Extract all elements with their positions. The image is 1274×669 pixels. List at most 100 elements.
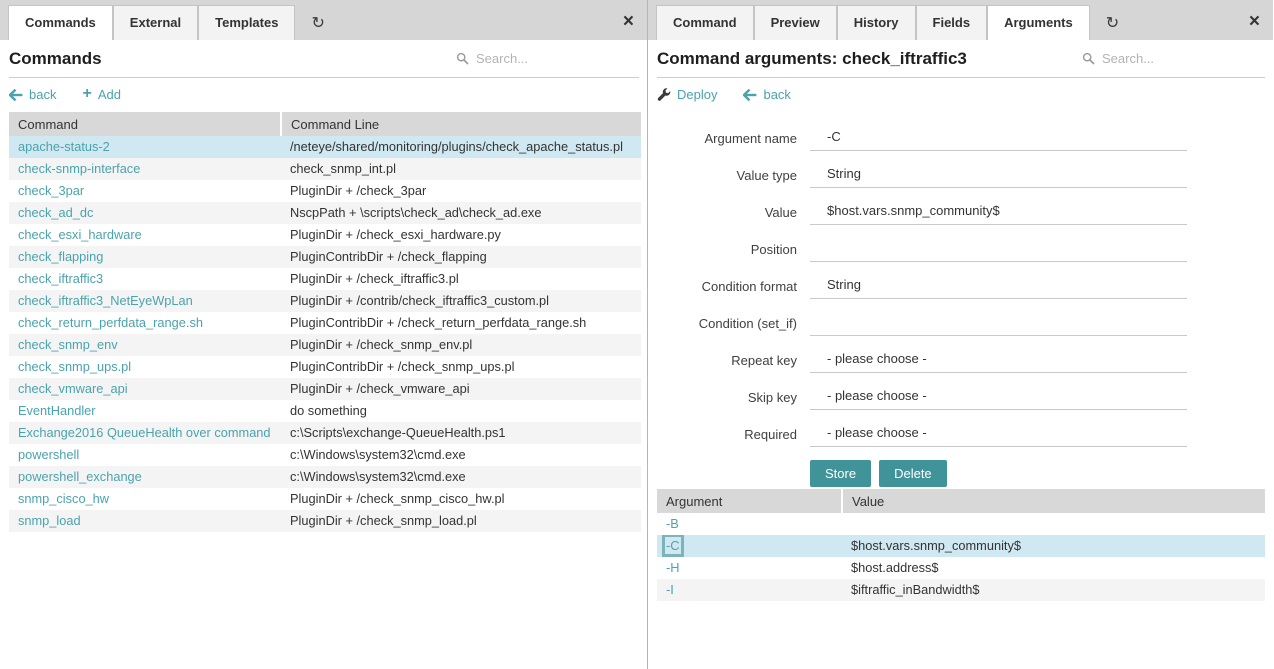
command-link[interactable]: Exchange2016 QueueHealth over command xyxy=(18,425,271,440)
command-link[interactable]: check_snmp_ups.pl xyxy=(18,359,131,374)
right-search xyxy=(1082,50,1265,67)
table-row[interactable]: check_3par PluginDir + /check_3par xyxy=(9,180,641,202)
command-link[interactable]: snmp_load xyxy=(18,513,81,528)
search-icon xyxy=(456,52,469,65)
table-row[interactable]: snmp_cisco_hw PluginDir + /check_snmp_ci… xyxy=(9,488,641,510)
field-input[interactable] xyxy=(810,200,1187,224)
close-icon[interactable]: × xyxy=(1249,12,1260,31)
command-link[interactable]: check_snmp_env xyxy=(18,337,118,352)
arguments-table-header: Argument Value xyxy=(657,489,1265,513)
argument-link[interactable]: -B xyxy=(666,516,679,531)
field-input[interactable] xyxy=(810,237,1187,261)
field-label: Skip key xyxy=(657,390,797,405)
table-row[interactable]: check_iftraffic3_NetEyeWpLan PluginDir +… xyxy=(9,290,641,312)
plus-icon: + xyxy=(82,86,91,102)
left-actionbar: back + Add xyxy=(9,78,639,110)
commands-panel: CommandsExternalTemplates ↻ × Commands xyxy=(0,0,648,669)
table-row[interactable]: check-snmp-interface check_snmp_int.pl xyxy=(9,158,641,180)
wrench-icon xyxy=(657,88,671,102)
command-link[interactable]: powershell_exchange xyxy=(18,469,142,484)
table-row[interactable]: -C $host.vars.snmp_community$ xyxy=(657,535,1265,557)
command-link[interactable]: check-snmp-interface xyxy=(18,161,140,176)
tab[interactable]: Command xyxy=(656,5,754,40)
argument-link[interactable]: -I xyxy=(666,582,674,597)
argument-link[interactable]: -H xyxy=(666,560,680,575)
table-row[interactable]: check_esxi_hardware PluginDir + /check_e… xyxy=(9,224,641,246)
table-row[interactable]: -B xyxy=(657,513,1265,535)
table-row[interactable]: check_snmp_ups.pl PluginContribDir + /ch… xyxy=(9,356,641,378)
page-title: Command arguments: check_iftraffic3 xyxy=(657,49,967,69)
back-link[interactable]: back xyxy=(743,87,790,102)
command-line-cell: c:\Windows\system32\cmd.exe xyxy=(281,444,641,466)
right-tabbar: CommandPreviewHistoryFieldsArguments ↻ × xyxy=(648,0,1273,40)
command-line-cell: PluginDir + /check_snmp_load.pl xyxy=(281,510,641,532)
argument-link[interactable]: -C xyxy=(666,538,680,553)
command-line-cell: /neteye/shared/monitoring/plugins/check_… xyxy=(281,136,641,158)
column-value[interactable]: Value xyxy=(842,489,1265,513)
field-input[interactable] xyxy=(810,163,1187,187)
command-link[interactable]: check_esxi_hardware xyxy=(18,227,142,242)
deploy-link[interactable]: Deploy xyxy=(657,87,717,102)
table-row[interactable]: powershell_exchange c:\Windows\system32\… xyxy=(9,466,641,488)
search-input[interactable] xyxy=(1100,50,1265,67)
table-row[interactable]: snmp_load PluginDir + /check_snmp_load.p… xyxy=(9,510,641,532)
table-row[interactable]: check_return_perfdata_range.sh PluginCon… xyxy=(9,312,641,334)
refresh-icon[interactable]: ↻ xyxy=(295,16,324,40)
table-row[interactable]: apache-status-2 /neteye/shared/monitorin… xyxy=(9,136,641,158)
refresh-icon[interactable]: ↻ xyxy=(1090,16,1119,40)
back-link[interactable]: back xyxy=(9,87,56,102)
field-input[interactable] xyxy=(810,126,1187,150)
field-input[interactable] xyxy=(810,311,1187,335)
command-line-cell: c:\Scripts\exchange-QueueHealth.ps1 xyxy=(281,422,641,444)
tab[interactable]: Fields xyxy=(916,5,988,40)
table-row[interactable]: -H $host.address$ xyxy=(657,557,1265,579)
tab[interactable]: Templates xyxy=(198,5,295,40)
command-line-cell: do something xyxy=(281,400,641,422)
tab[interactable]: Commands xyxy=(8,5,113,40)
add-link[interactable]: + Add xyxy=(82,87,120,102)
command-link[interactable]: apache-status-2 xyxy=(18,139,110,154)
table-row[interactable]: check_iftraffic3 PluginDir + /check_iftr… xyxy=(9,268,641,290)
table-row[interactable]: EventHandler do something xyxy=(9,400,641,422)
column-command-line[interactable]: Command Line xyxy=(281,112,641,136)
command-link[interactable]: check_iftraffic3_NetEyeWpLan xyxy=(18,293,193,308)
command-link[interactable]: check_return_perfdata_range.sh xyxy=(18,315,203,330)
command-link[interactable]: powershell xyxy=(18,447,79,462)
table-row[interactable]: check_vmware_api PluginDir + /check_vmwa… xyxy=(9,378,641,400)
search-icon xyxy=(1082,52,1095,65)
field-input[interactable] xyxy=(810,348,1187,372)
column-argument[interactable]: Argument xyxy=(657,489,842,513)
field-input[interactable] xyxy=(810,274,1187,298)
field-input[interactable] xyxy=(810,422,1187,446)
command-link[interactable]: check_ad_dc xyxy=(18,205,93,220)
field-input[interactable] xyxy=(810,385,1187,409)
table-row[interactable]: check_flapping PluginContribDir + /check… xyxy=(9,246,641,268)
command-link[interactable]: check_vmware_api xyxy=(18,381,128,396)
command-link[interactable]: check_3par xyxy=(18,183,84,198)
search-input[interactable] xyxy=(474,50,639,67)
store-button[interactable]: Store xyxy=(810,460,871,487)
field-label: Condition format xyxy=(657,279,797,294)
delete-button[interactable]: Delete xyxy=(879,460,947,487)
table-row[interactable]: -I $iftraffic_inBandwidth$ xyxy=(657,579,1265,601)
command-link[interactable]: check_flapping xyxy=(18,249,103,264)
table-row[interactable]: check_snmp_env PluginDir + /check_snmp_e… xyxy=(9,334,641,356)
command-line-cell: PluginDir + /check_snmp_env.pl xyxy=(281,334,641,356)
tab[interactable]: History xyxy=(837,5,916,40)
tab[interactable]: External xyxy=(113,5,198,40)
tab[interactable]: Preview xyxy=(754,5,837,40)
command-link[interactable]: check_iftraffic3 xyxy=(18,271,103,286)
table-row[interactable]: powershell c:\Windows\system32\cmd.exe xyxy=(9,444,641,466)
field-label: Value type xyxy=(657,168,797,183)
tab[interactable]: Arguments xyxy=(987,5,1090,40)
back-arrow-icon xyxy=(9,89,23,101)
command-link[interactable]: snmp_cisco_hw xyxy=(18,491,109,506)
table-row[interactable]: Exchange2016 QueueHealth over command c:… xyxy=(9,422,641,444)
command-link[interactable]: EventHandler xyxy=(18,403,96,418)
table-row[interactable]: check_ad_dc NscpPath + \scripts\check_ad… xyxy=(9,202,641,224)
close-icon[interactable]: × xyxy=(623,12,634,31)
command-line-cell: PluginDir + /check_3par xyxy=(281,180,641,202)
column-command[interactable]: Command xyxy=(9,112,281,136)
command-line-cell: check_snmp_int.pl xyxy=(281,158,641,180)
form-field: Required xyxy=(657,422,1265,447)
